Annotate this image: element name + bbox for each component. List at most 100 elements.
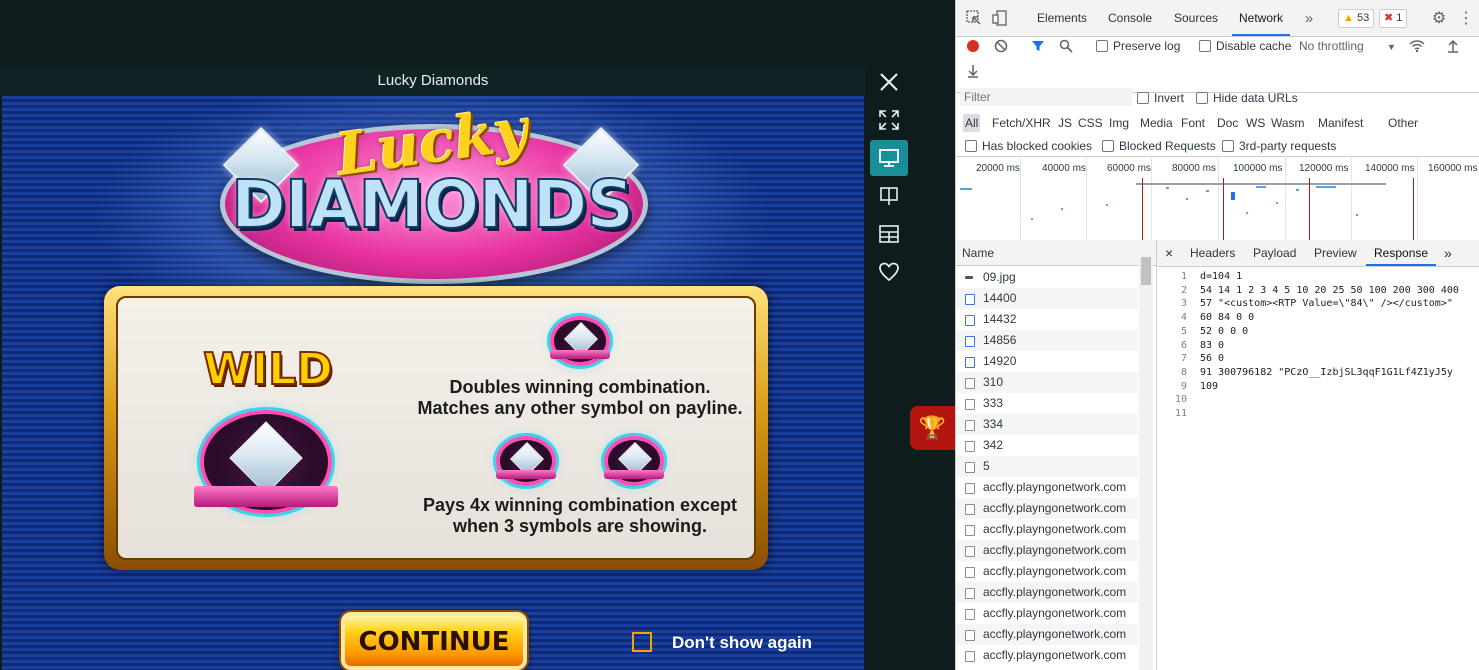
export-har-button[interactable]: [963, 61, 983, 81]
request-row[interactable]: accfly.playngonetwork.com: [956, 645, 1138, 666]
throttling-select[interactable]: No throttling ▼: [1299, 39, 1396, 53]
continue-button[interactable]: CONTINUE: [341, 612, 527, 670]
tab-sources[interactable]: Sources: [1174, 0, 1218, 36]
request-row[interactable]: 14856: [956, 330, 1138, 351]
game-window-title: Lucky Diamonds: [0, 66, 866, 96]
line-number: 6: [1180, 339, 1187, 351]
request-row[interactable]: 5: [956, 456, 1138, 477]
request-row[interactable]: 310: [956, 372, 1138, 393]
request-name: accfly.playngonetwork.com: [983, 585, 1127, 599]
filter-type-font[interactable]: Font: [1179, 114, 1207, 132]
rules-button[interactable]: [870, 178, 908, 214]
request-row[interactable]: 14432: [956, 309, 1138, 330]
line-number: 5: [1180, 325, 1187, 337]
line-text: 57 "<custom><RTP Value=\"84\" /></custom…: [1200, 298, 1453, 310]
tournament-button[interactable]: 🏆: [910, 406, 955, 450]
filter-type-wasm[interactable]: Wasm: [1269, 114, 1307, 132]
third-party-checkbox[interactable]: [1222, 140, 1234, 152]
request-row[interactable]: accfly.playngonetwork.com: [956, 624, 1138, 645]
request-list-scrollbar[interactable]: [1139, 257, 1153, 670]
line-text: 83 0: [1200, 339, 1225, 351]
preserve-log-checkbox[interactable]: [1096, 40, 1108, 52]
line-text: 60 84 0 0: [1200, 312, 1255, 324]
desc2-line1: Pays 4x winning combination except: [422, 495, 738, 515]
diamond-symbol-icon: [495, 436, 557, 486]
tab-console[interactable]: Console: [1108, 0, 1152, 36]
desktop-view-button[interactable]: [870, 140, 908, 176]
filter-type-other[interactable]: Other: [1386, 114, 1420, 132]
request-row[interactable]: 14400: [956, 288, 1138, 309]
paytable-button[interactable]: [870, 216, 908, 252]
request-row[interactable]: accfly.playngonetwork.com: [956, 540, 1138, 561]
timeline-tick: 20000 ms: [976, 163, 1020, 174]
filter-type-doc[interactable]: Doc: [1215, 114, 1240, 132]
inspect-icon: [966, 10, 981, 25]
close-button[interactable]: [870, 64, 908, 100]
filter-type-ws[interactable]: WS: [1244, 114, 1267, 132]
request-row[interactable]: accfly.playngonetwork.com: [956, 498, 1138, 519]
tab-elements[interactable]: Elements: [1037, 0, 1087, 36]
request-row[interactable]: accfly.playngonetwork.com: [956, 603, 1138, 624]
clear-button[interactable]: [991, 36, 1011, 56]
hide-data-urls-checkbox[interactable]: [1196, 92, 1208, 104]
response-line: 4 60 84 0 0: [1157, 311, 1254, 324]
record-button[interactable]: [963, 36, 983, 56]
invert-checkbox[interactable]: [1137, 92, 1149, 104]
search-button[interactable]: [1056, 36, 1076, 56]
request-name: 14400: [983, 291, 1017, 305]
request-row[interactable]: 09.jpg: [956, 267, 1138, 288]
tab-network[interactable]: Network: [1232, 0, 1291, 36]
dont-show-again-checkbox[interactable]: [632, 632, 652, 652]
device-toolbar-button[interactable]: [990, 8, 1010, 28]
tab-preview[interactable]: Preview: [1314, 240, 1357, 266]
has-blocked-cookies-checkbox[interactable]: [965, 140, 977, 152]
request-row[interactable]: accfly.playngonetwork.com: [956, 561, 1138, 582]
tab-headers[interactable]: Headers: [1190, 240, 1235, 266]
inspect-element-button[interactable]: [964, 8, 984, 28]
line-number: 7: [1180, 353, 1187, 365]
dont-show-again-label: Don't show again: [672, 633, 813, 652]
import-har-button[interactable]: [1443, 36, 1463, 56]
request-row[interactable]: 14920: [956, 351, 1138, 372]
network-overview-timeline[interactable]: 20000 ms 40000 ms 60000 ms 80000 ms 1000…: [956, 156, 1479, 241]
more-response-tabs-button[interactable]: »: [1444, 240, 1452, 266]
filter-type-fetch-xhr[interactable]: Fetch/XHR: [990, 114, 1053, 132]
line-number: 1: [1180, 271, 1187, 282]
blocked-requests-checkbox[interactable]: [1102, 140, 1114, 152]
timeline-request-bars: [960, 183, 1386, 220]
filter-type-js[interactable]: JS: [1056, 114, 1074, 132]
warnings-badge[interactable]: ▲ 53: [1338, 9, 1375, 28]
fullscreen-button[interactable]: [870, 102, 908, 138]
errors-badge[interactable]: ✖ 1: [1379, 9, 1408, 28]
request-name: accfly.playngonetwork.com: [983, 501, 1127, 515]
request-row[interactable]: accfly.playngonetwork.com: [956, 519, 1138, 540]
request-row[interactable]: accfly.playngonetwork.com: [956, 477, 1138, 498]
filter-type-img[interactable]: Img: [1107, 114, 1131, 132]
disable-cache-checkbox[interactable]: [1199, 40, 1211, 52]
tab-response[interactable]: Response: [1366, 240, 1437, 266]
request-list: Name 09.jpg 14400 14432 14856 14920 310 333 334…: [956, 240, 1157, 670]
request-row[interactable]: 342: [956, 435, 1138, 456]
name-column-header[interactable]: Name: [956, 240, 1156, 266]
filter-type-manifest[interactable]: Manifest: [1316, 114, 1365, 132]
request-list-scroll-thumb[interactable]: [1141, 257, 1151, 285]
settings-button[interactable]: ⚙: [1429, 8, 1449, 28]
favorite-button[interactable]: [870, 254, 908, 290]
request-row[interactable]: 334: [956, 414, 1138, 435]
devtools-menu-button[interactable]: ⋮: [1456, 8, 1476, 28]
document-file-icon: [965, 336, 975, 347]
filter-input[interactable]: [960, 88, 1132, 106]
request-row[interactable]: 333: [956, 393, 1138, 414]
tab-payload[interactable]: Payload: [1253, 240, 1296, 266]
request-row[interactable]: accfly.playngonetwork.com: [956, 582, 1138, 603]
network-conditions-button[interactable]: [1407, 36, 1427, 56]
filter-toggle-button[interactable]: [1028, 36, 1048, 56]
filter-type-media[interactable]: Media: [1138, 114, 1175, 132]
filter-type-css[interactable]: CSS: [1076, 114, 1105, 132]
more-tabs-button[interactable]: »: [1299, 8, 1319, 28]
line-number: 8: [1180, 366, 1187, 378]
close-details-button[interactable]: ×: [1165, 240, 1173, 266]
timeline-tick: 120000 ms: [1299, 163, 1349, 174]
kebab-menu-icon: ⋮: [1458, 10, 1474, 27]
filter-type-all[interactable]: All: [963, 114, 981, 132]
